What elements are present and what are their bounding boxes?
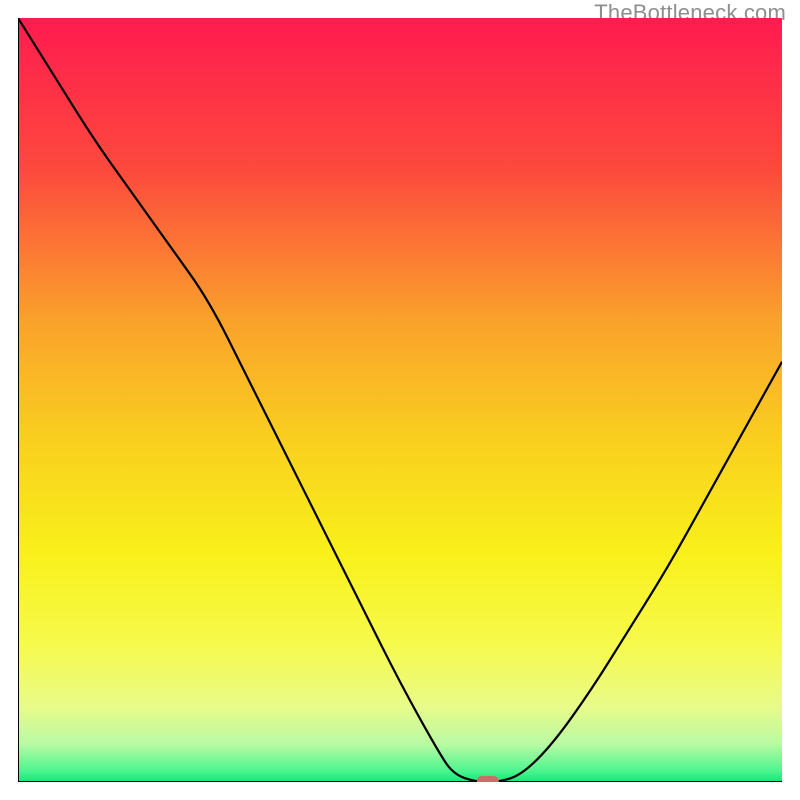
plot-svg [18, 18, 782, 782]
gradient-background [18, 18, 782, 782]
bottleneck-chart: TheBottleneck.com [0, 0, 800, 800]
optimum-marker [477, 776, 499, 782]
